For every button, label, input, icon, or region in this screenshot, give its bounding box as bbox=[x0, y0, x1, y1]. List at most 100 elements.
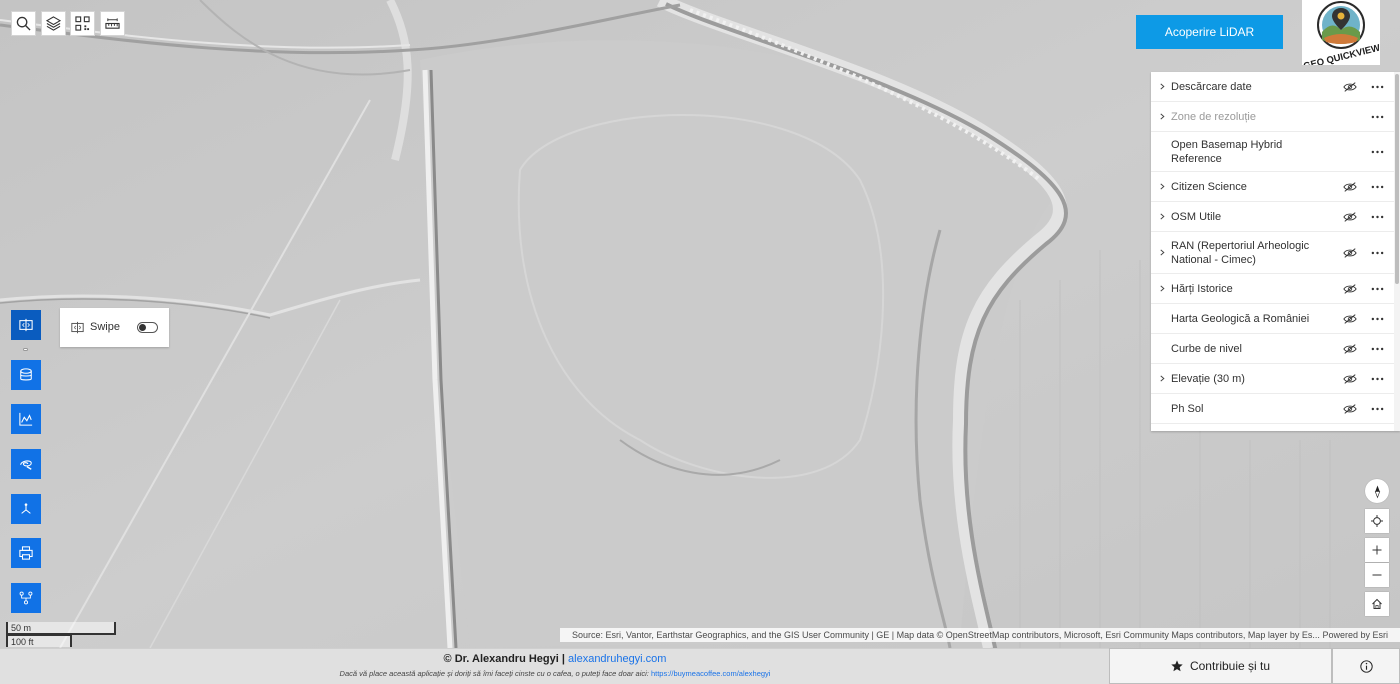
layer-item[interactable]: Curbe de nivel bbox=[1151, 334, 1400, 364]
network-tool-button[interactable] bbox=[11, 583, 41, 613]
chevron-right-icon[interactable] bbox=[1157, 212, 1167, 222]
chevron-right-icon[interactable] bbox=[1157, 182, 1167, 192]
network-icon bbox=[19, 591, 33, 605]
measure-button[interactable] bbox=[100, 11, 125, 36]
layer-label: Citizen Science bbox=[1171, 180, 1247, 193]
more-options-icon[interactable] bbox=[1370, 210, 1384, 224]
layer-rows: Descărcare date Zone de rezoluție Open Bas… bbox=[1151, 72, 1400, 424]
layer-item[interactable]: Hărți Istorice bbox=[1151, 274, 1400, 304]
more-options-icon[interactable] bbox=[1370, 180, 1384, 194]
layer-list-panel[interactable]: Descărcare date Zone de rezoluție Open Bas… bbox=[1151, 72, 1400, 431]
database-tool-button[interactable] bbox=[11, 360, 41, 390]
swipe-panel: Swipe bbox=[60, 308, 169, 347]
elevation-profile-icon bbox=[19, 412, 33, 426]
directions-tool-button[interactable] bbox=[11, 494, 41, 524]
layer-item[interactable]: OSM Utile bbox=[1151, 202, 1400, 232]
lidar-coverage-button[interactable]: Acoperire LiDAR bbox=[1136, 15, 1283, 49]
qr-code-icon bbox=[75, 16, 90, 31]
map-attribution[interactable]: Source: Esri, Vantor, Earthstar Geograph… bbox=[560, 628, 1400, 642]
more-options-icon[interactable] bbox=[1370, 145, 1384, 159]
star-icon bbox=[1171, 660, 1183, 672]
layer-item[interactable]: Open Basemap Hybrid Reference bbox=[1151, 132, 1400, 172]
more-options-icon[interactable] bbox=[1370, 402, 1384, 416]
layer-label: Open Basemap Hybrid Reference bbox=[1171, 138, 1283, 165]
qr-code-button[interactable] bbox=[70, 11, 95, 36]
search-icon bbox=[16, 16, 31, 31]
attribution-source: Source: Esri, Vantor, Earthstar Geograph… bbox=[572, 630, 1320, 640]
scrollbar-thumb[interactable] bbox=[1395, 74, 1399, 284]
compass-button[interactable] bbox=[1365, 479, 1389, 503]
layer-item[interactable]: Zone de rezoluție bbox=[1151, 102, 1400, 132]
measure-icon bbox=[105, 18, 120, 29]
visibility-hidden-icon[interactable] bbox=[1343, 373, 1357, 385]
more-options-icon[interactable] bbox=[1370, 312, 1384, 326]
locate-icon bbox=[1371, 515, 1383, 527]
layer-label: Elevație (30 m) bbox=[1171, 372, 1245, 385]
footer-note-link[interactable]: https://buymeacoffee.com/alexhegyi bbox=[651, 669, 771, 678]
visibility-hidden-icon[interactable] bbox=[1343, 181, 1357, 193]
chevron-right-icon[interactable] bbox=[1157, 284, 1167, 294]
layer-label: Ph Sol bbox=[1171, 402, 1204, 415]
chevron-right-icon[interactable] bbox=[1157, 248, 1167, 258]
print-tool-button[interactable] bbox=[11, 538, 41, 568]
more-options-icon[interactable] bbox=[1370, 342, 1384, 356]
visibility-hidden-icon[interactable] bbox=[1343, 343, 1357, 355]
layer-label: Hărți Istorice bbox=[1171, 282, 1233, 295]
visibility-hidden-icon[interactable] bbox=[1343, 81, 1357, 93]
chevron-right-icon[interactable] bbox=[1157, 82, 1167, 92]
zoom-out-button[interactable] bbox=[1365, 563, 1389, 587]
zoom-out-icon bbox=[1372, 574, 1382, 576]
compass-icon bbox=[1374, 485, 1380, 498]
swipe-icon bbox=[19, 318, 33, 332]
layer-label: Curbe de nivel bbox=[1171, 342, 1242, 355]
layer-item[interactable]: Ph Sol bbox=[1151, 394, 1400, 424]
elevation-profile-button[interactable] bbox=[11, 404, 41, 434]
search-button[interactable] bbox=[11, 11, 36, 36]
zoom-in-icon bbox=[1372, 545, 1382, 555]
layer-label: Descărcare date bbox=[1171, 80, 1252, 93]
layers-button[interactable] bbox=[41, 11, 66, 36]
info-button[interactable] bbox=[1332, 648, 1400, 684]
home-button[interactable] bbox=[1365, 592, 1389, 616]
chevron-right-icon[interactable] bbox=[1157, 112, 1167, 122]
swipe-toggle[interactable] bbox=[137, 322, 158, 333]
visibility-hidden-icon[interactable] bbox=[1343, 403, 1357, 415]
chevron-right-icon[interactable] bbox=[1157, 374, 1167, 384]
layers-icon bbox=[46, 16, 61, 31]
visibility-hidden-icon[interactable] bbox=[1343, 283, 1357, 295]
geo-quickview-logo: GEO QUICKVIEW bbox=[1302, 0, 1381, 72]
layer-item[interactable]: Descărcare date bbox=[1151, 72, 1400, 102]
visibility-hidden-icon[interactable] bbox=[1343, 313, 1357, 325]
sketch-tool-button[interactable] bbox=[11, 449, 41, 479]
active-tool-indicator bbox=[23, 348, 28, 351]
more-options-icon[interactable] bbox=[1370, 110, 1384, 124]
contribute-button[interactable]: Contribuie și tu bbox=[1109, 648, 1332, 684]
swipe-tool-button[interactable] bbox=[11, 310, 41, 340]
layer-item[interactable]: Citizen Science bbox=[1151, 172, 1400, 202]
layer-item[interactable]: Elevație (30 m) bbox=[1151, 364, 1400, 394]
layer-label: OSM Utile bbox=[1171, 210, 1222, 223]
layer-label: Harta Geologică a României bbox=[1171, 312, 1310, 325]
print-icon bbox=[19, 546, 33, 560]
visibility-hidden-icon[interactable] bbox=[1343, 247, 1357, 259]
database-icon bbox=[20, 368, 32, 381]
zoom-in-button[interactable] bbox=[1365, 538, 1389, 562]
footer-author-link[interactable]: alexandruhegyi.com bbox=[568, 653, 666, 665]
powered-by-esri[interactable]: Powered by Esri bbox=[1322, 628, 1388, 642]
layer-label: Zone de rezoluție bbox=[1171, 110, 1256, 123]
scale-bar: 50 m 100 ft bbox=[6, 621, 116, 648]
swipe-label: Swipe bbox=[90, 321, 120, 333]
layer-item[interactable]: RAN (Repertoriul Arheologic National - C… bbox=[1151, 232, 1400, 274]
more-options-icon[interactable] bbox=[1370, 80, 1384, 94]
info-icon bbox=[1359, 659, 1373, 673]
home-icon bbox=[1372, 598, 1382, 609]
layer-item[interactable]: Harta Geologică a României bbox=[1151, 304, 1400, 334]
more-options-icon[interactable] bbox=[1370, 372, 1384, 386]
layer-list-scrollbar[interactable] bbox=[1394, 72, 1400, 431]
locate-button[interactable] bbox=[1365, 509, 1389, 533]
more-options-icon[interactable] bbox=[1370, 282, 1384, 296]
visibility-hidden-icon[interactable] bbox=[1343, 211, 1357, 223]
swipe-panel-icon bbox=[71, 321, 84, 334]
scale-imperial: 100 ft bbox=[6, 634, 72, 647]
more-options-icon[interactable] bbox=[1370, 246, 1384, 260]
